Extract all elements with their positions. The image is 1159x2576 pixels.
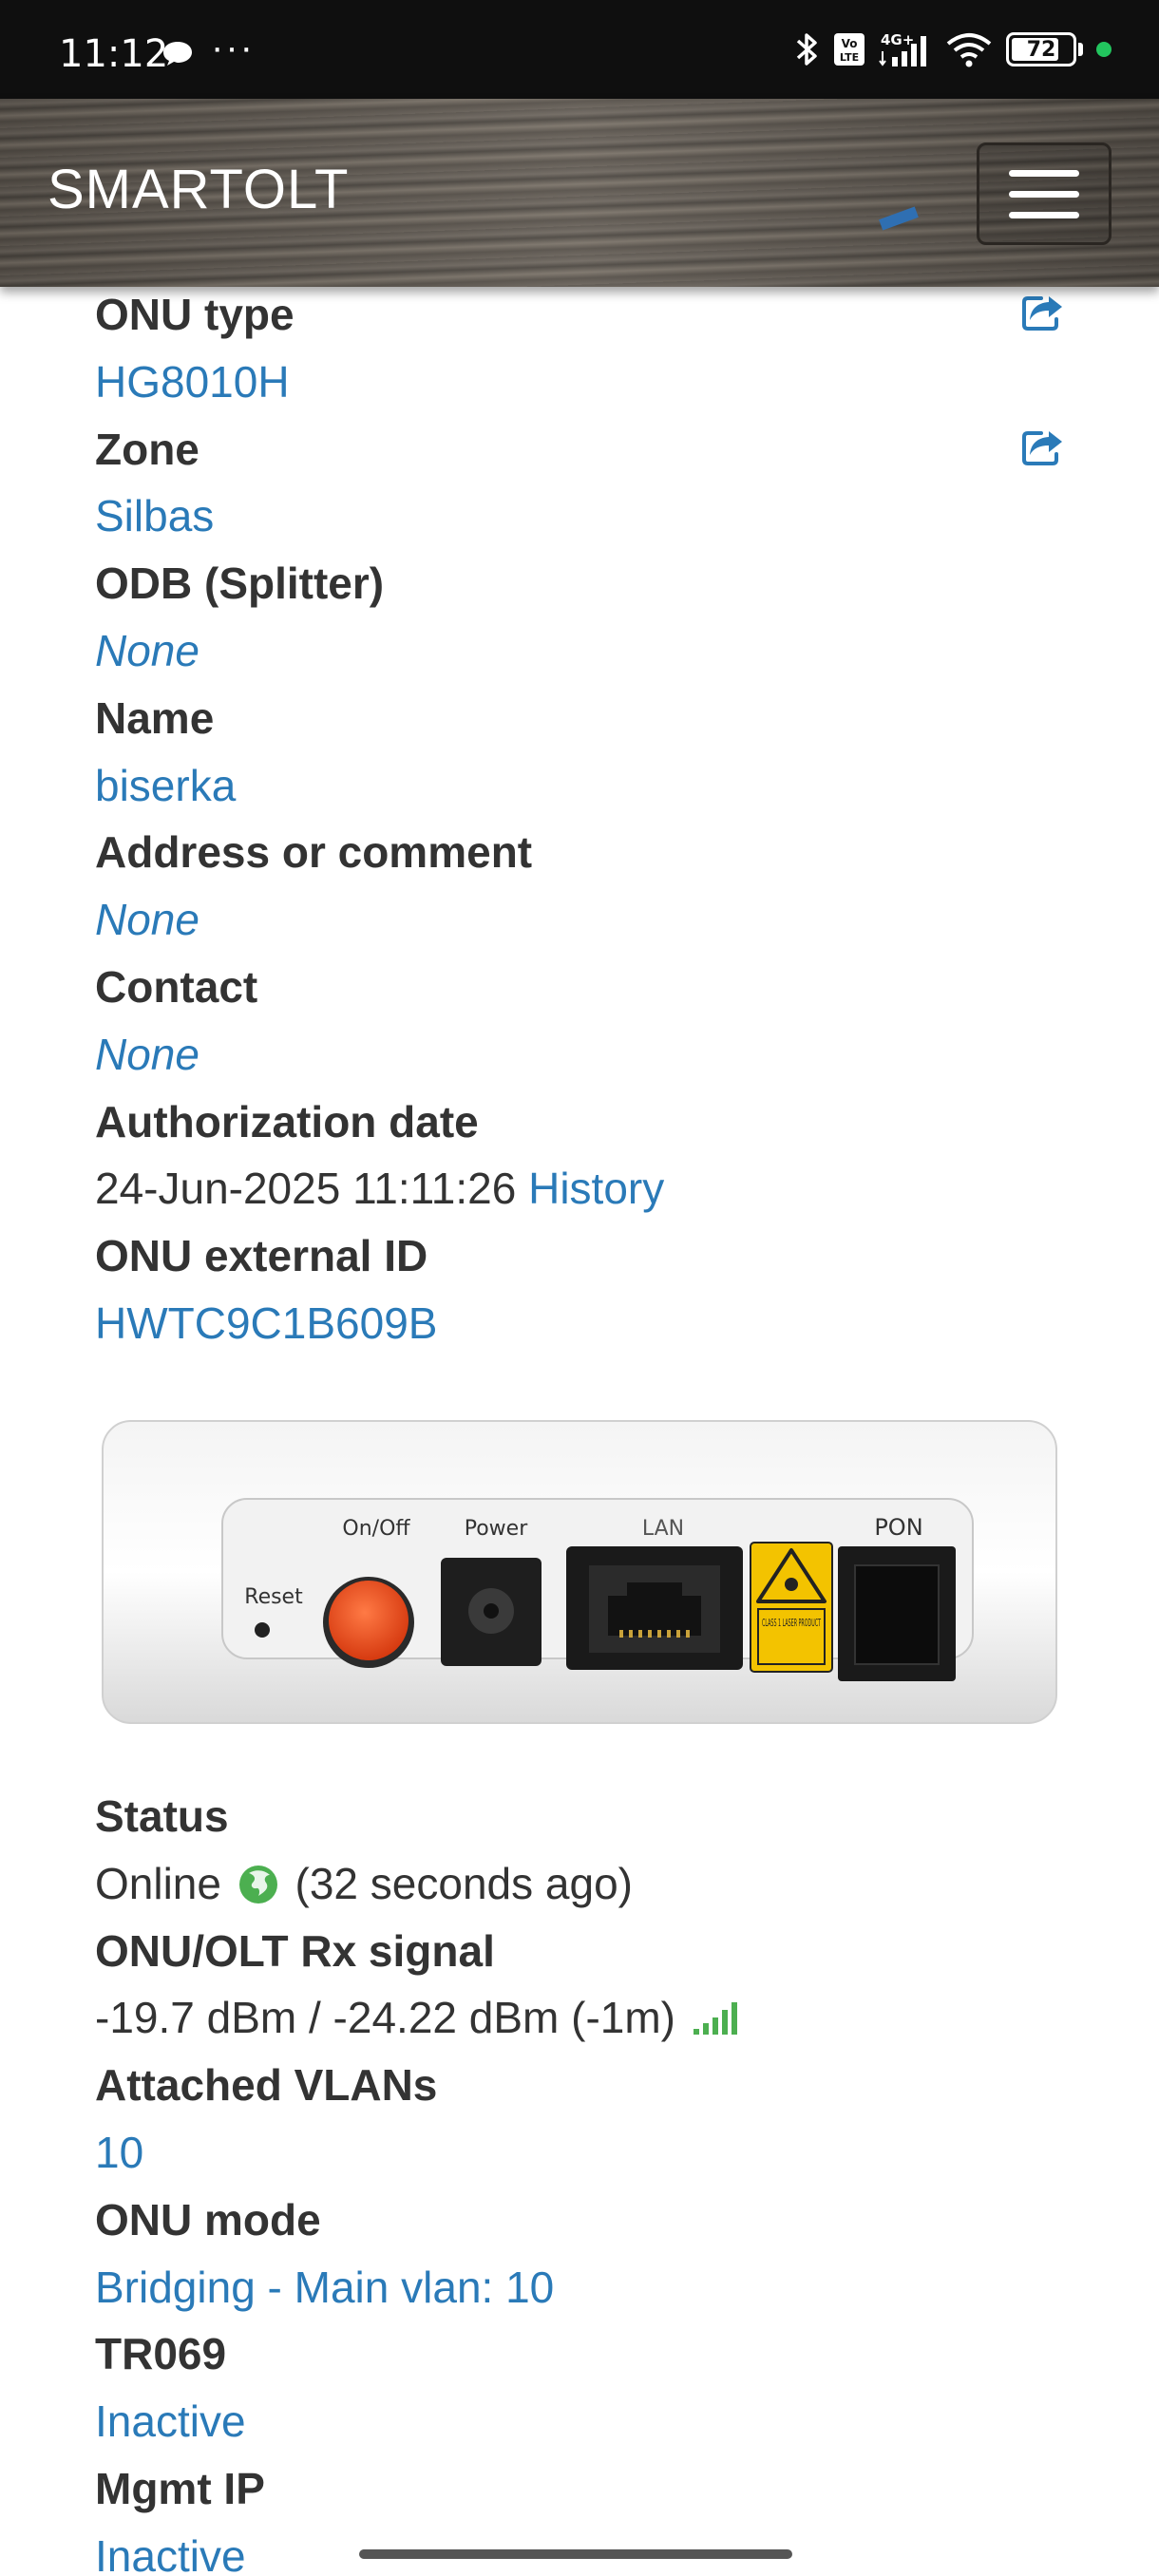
home-indicator[interactable] <box>359 2549 792 2559</box>
odb-label: ODB (Splitter) <box>95 559 385 609</box>
svg-text:Vo: Vo <box>842 37 858 50</box>
address-label: Address or comment <box>95 827 533 878</box>
external-id-label-row: ONU external ID <box>95 1222 1064 1290</box>
status-icons: Vo LTE 4G+ 72 <box>795 28 1112 70</box>
mgmt-ip-label-row: Mgmt IP <box>95 2455 1064 2523</box>
tr069-value-row: Inactive <box>95 2388 1064 2455</box>
onu-type-value-row: HG8010H <box>95 349 1064 416</box>
address-value[interactable]: None <box>95 895 200 944</box>
external-id-label: ONU external ID <box>95 1231 428 1281</box>
external-id-value-row: HWTC9C1B609B <box>95 1290 1064 1357</box>
signal-label-row: ONU/OLT Rx signal <box>95 1918 1064 1985</box>
mgmt-ip-label: Mgmt IP <box>95 2463 265 2513</box>
green-dot-icon <box>1096 42 1112 57</box>
zone-value[interactable]: Silbas <box>95 491 214 540</box>
battery-level: 72 <box>1026 37 1056 62</box>
auth-date-label-row: Authorization date <box>95 1089 1064 1156</box>
zone-label-row: Zone <box>95 416 1064 483</box>
status-label-row: Status <box>95 1783 1064 1850</box>
zone-value-row: Silbas <box>95 483 1064 550</box>
onu-details: ONU type HG8010H Zone Silbas ODB (Splitt… <box>95 281 1064 1357</box>
power-label: Power <box>465 1517 528 1541</box>
background-decoration <box>879 206 919 231</box>
battery-icon: 72 <box>1006 32 1076 66</box>
share-edit-icon[interactable] <box>1020 426 1066 467</box>
auth-date-value: 24-Jun-2025 11:11:26 <box>95 1164 517 1214</box>
tr069-value[interactable]: Inactive <box>95 2396 246 2446</box>
vlans-value-row: 10 <box>95 2119 1064 2187</box>
name-label-row: Name <box>95 685 1064 752</box>
odb-label-row: ODB (Splitter) <box>95 550 1064 617</box>
mode-label-row: ONU mode <box>95 2187 1064 2254</box>
name-label: Name <box>95 692 215 743</box>
pon-label: PON <box>874 1514 922 1541</box>
reset-label: Reset <box>244 1585 303 1609</box>
signal-value-row: -19.7 dBm / -24.22 dBm (-1m) <box>95 1984 1064 2052</box>
brand-logo[interactable]: SMARTOLT <box>48 158 349 221</box>
volte-icon: Vo LTE <box>834 33 864 66</box>
system-status-bar: 11:12 ··· Vo LTE 4G+ 72 <box>0 0 1159 99</box>
odb-value-row: None <box>95 617 1064 685</box>
tr069-label-row: TR069 <box>95 2320 1064 2388</box>
onu-device-image: Reset On/Off Power LAN CLASS 1 LASER PRO… <box>102 1420 1057 1724</box>
status-value-row: Online (32 seconds ago) <box>95 1850 1064 1918</box>
onu-type-label: ONU type <box>95 290 294 339</box>
signal-bars-icon <box>693 2002 737 2036</box>
auth-date-label: Authorization date <box>95 1096 479 1146</box>
mode-value[interactable]: Bridging - Main vlan: 10 <box>95 2263 554 2312</box>
vlans-label: Attached VLANs <box>95 2060 438 2111</box>
svg-text:LTE: LTE <box>840 51 859 64</box>
mode-value-row: Bridging - Main vlan: 10 <box>95 2254 1064 2321</box>
odb-value[interactable]: None <box>95 626 200 675</box>
auth-date-value-row: 24-Jun-2025 11:11:26 History <box>95 1155 1064 1222</box>
vlans-value[interactable]: 10 <box>95 2128 143 2177</box>
status-time: (32 seconds ago) <box>294 1858 633 1908</box>
signal-value: -19.7 dBm / -24.22 dBm (-1m) <box>95 1993 675 2043</box>
signal-label: ONU/OLT Rx signal <box>95 1925 495 1976</box>
tr069-label: TR069 <box>95 2329 227 2379</box>
wifi-icon <box>946 33 992 67</box>
mgmt-ip-value[interactable]: Inactive <box>95 2531 246 2576</box>
onu-type-label-row: ONU type <box>95 281 1064 349</box>
top-navbar: SMARTOLT <box>0 99 1159 287</box>
clock-time: 11:12 <box>59 32 169 76</box>
vlans-label-row: Attached VLANs <box>95 2052 1064 2119</box>
laser-label: CLASS 1 LASER PRODUCT <box>762 1617 821 1629</box>
zone-label: Zone <box>95 424 200 474</box>
contact-value-row: None <box>95 1021 1064 1089</box>
status-label: Status <box>95 1791 229 1841</box>
lan-label: LAN <box>642 1517 684 1541</box>
signal-4g-icon: 4G+ <box>879 31 926 66</box>
address-value-row: None <box>95 886 1064 954</box>
more-notifications-icon: ··· <box>211 27 255 68</box>
svg-text:4G+: 4G+ <box>881 31 914 48</box>
onu-status: Status Online (32 seconds ago) ONU/OLT R… <box>95 1783 1064 2576</box>
mode-label: ONU mode <box>95 2194 321 2245</box>
name-value[interactable]: biserka <box>95 761 236 810</box>
chat-bubble-icon <box>163 42 192 66</box>
address-label-row: Address or comment <box>95 819 1064 886</box>
onoff-label: On/Off <box>342 1517 410 1541</box>
history-link[interactable]: History <box>528 1164 664 1213</box>
hamburger-menu-icon[interactable] <box>977 142 1112 245</box>
name-value-row: biserka <box>95 752 1064 820</box>
globe-icon <box>238 1865 277 1904</box>
share-edit-icon[interactable] <box>1020 291 1066 332</box>
bluetooth-icon <box>796 33 817 66</box>
status-value: Online <box>95 1858 221 1908</box>
contact-value[interactable]: None <box>95 1030 200 1079</box>
external-id-value[interactable]: HWTC9C1B609B <box>95 1298 437 1348</box>
contact-label: Contact <box>95 961 258 1012</box>
onu-type-value[interactable]: HG8010H <box>95 357 290 407</box>
contact-label-row: Contact <box>95 954 1064 1021</box>
